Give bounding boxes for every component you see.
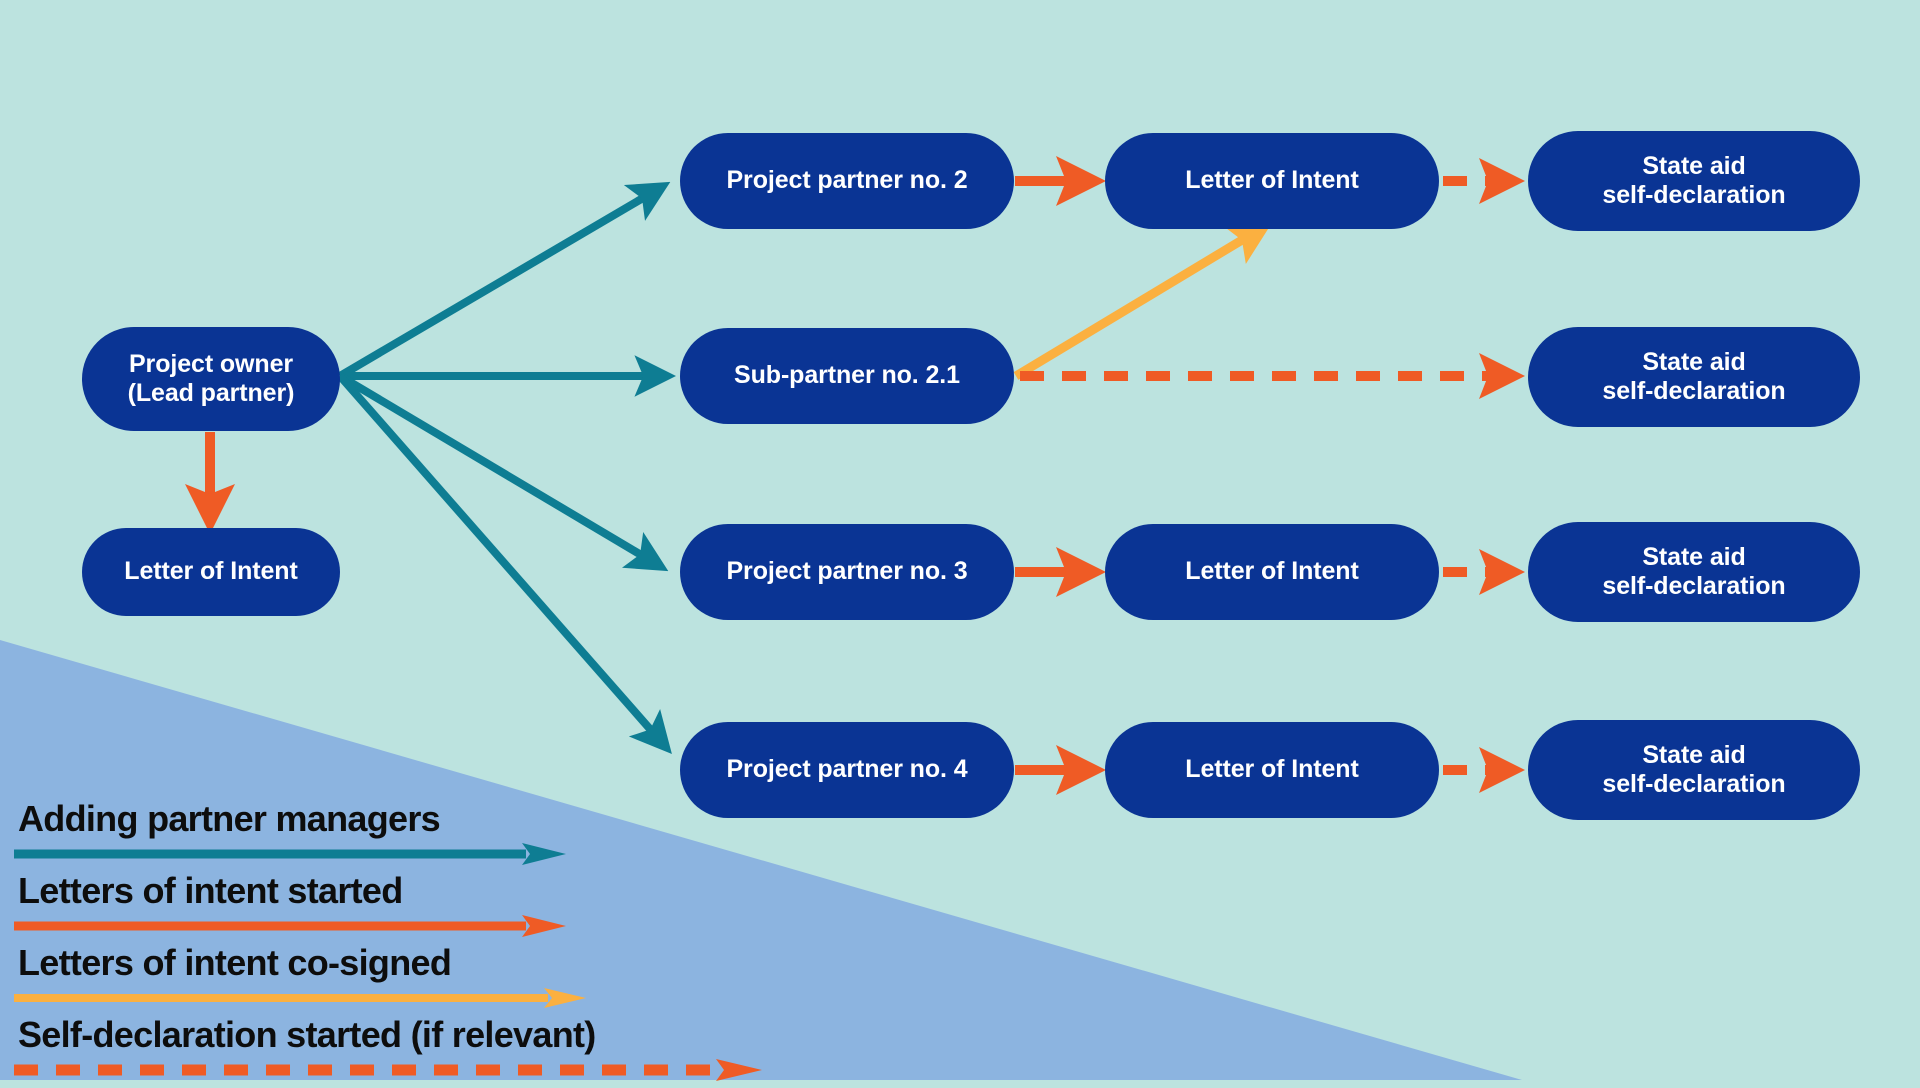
node-project-partner-2[interactable]: Project partner no. 2 <box>680 133 1014 229</box>
legend-item-letters-of-intent-co-signed: Letters of intent co-signed <box>0 944 820 1016</box>
node-owner-letter-of-intent-label: Letter of Intent <box>124 557 298 586</box>
node-state-aid-row1-line2: self-declaration <box>1602 181 1786 209</box>
edge-owner-to-partner4 <box>336 373 672 755</box>
node-state-aid-row3-line2: self-declaration <box>1602 572 1786 600</box>
node-project-partner-2-label: Project partner no. 2 <box>726 166 968 195</box>
node-letter-of-intent-row3-label: Letter of Intent <box>1185 557 1359 586</box>
legend-label-letters-of-intent-co-signed: Letters of intent co-signed <box>18 942 452 983</box>
node-state-aid-row2-line1: State aid <box>1642 347 1746 376</box>
edge-subpartner21-cosign-loi <box>1013 221 1273 380</box>
legend-item-adding-partner-managers: Adding partner managers <box>0 800 820 872</box>
node-project-partner-3[interactable]: Project partner no. 3 <box>680 524 1014 620</box>
legend-arrow-yellow-icon <box>14 988 586 1008</box>
legend-arrow-teal-icon <box>14 843 566 865</box>
legend-label-letters-of-intent-started: Letters of intent started <box>18 870 403 911</box>
node-state-aid-row1-line1: State aid <box>1642 151 1746 180</box>
diagram-canvas: Project owner (Lead partner) Letter of I… <box>0 0 1920 1081</box>
node-state-aid-row3[interactable]: State aid self-declaration <box>1528 522 1860 622</box>
node-project-partner-4-label: Project partner no. 4 <box>726 755 968 784</box>
node-letter-of-intent-row1[interactable]: Letter of Intent <box>1105 133 1439 229</box>
node-state-aid-row2[interactable]: State aid self-declaration <box>1528 327 1860 427</box>
node-owner-letter-of-intent[interactable]: Letter of Intent <box>82 528 340 616</box>
node-state-aid-row3-line1: State aid <box>1642 542 1746 571</box>
node-project-partner-3-label: Project partner no. 3 <box>726 557 968 586</box>
legend-item-self-declaration-started: Self-declaration started (if relevant) <box>0 1016 820 1088</box>
node-letter-of-intent-row4-label: Letter of Intent <box>1185 755 1359 784</box>
node-sub-partner-2-1[interactable]: Sub-partner no. 2.1 <box>680 328 1014 424</box>
edge-owner-to-partner3 <box>337 372 669 572</box>
node-state-aid-row1[interactable]: State aid self-declaration <box>1528 131 1860 231</box>
node-state-aid-row4-line2: self-declaration <box>1602 770 1786 798</box>
node-state-aid-row4-line1: State aid <box>1642 740 1746 769</box>
legend-item-letters-of-intent-started: Letters of intent started <box>0 872 820 944</box>
legend-label-self-declaration-started: Self-declaration started (if relevant) <box>18 1014 596 1055</box>
node-letter-of-intent-row1-label: Letter of Intent <box>1185 166 1359 195</box>
node-state-aid-row2-line2: self-declaration <box>1602 377 1786 405</box>
node-letter-of-intent-row3[interactable]: Letter of Intent <box>1105 524 1439 620</box>
node-project-owner-line1: Project owner <box>128 349 294 378</box>
legend-arrow-orange-solid-icon <box>14 915 566 937</box>
legend: Adding partner managers Letters of inten… <box>0 800 820 1088</box>
node-project-owner-line2: (Lead partner) <box>127 379 295 407</box>
node-state-aid-row4[interactable]: State aid self-declaration <box>1528 720 1860 820</box>
node-sub-partner-2-1-label: Sub-partner no. 2.1 <box>734 361 960 390</box>
node-letter-of-intent-row4[interactable]: Letter of Intent <box>1105 722 1439 818</box>
edge-owner-to-partner2 <box>337 181 671 380</box>
node-project-owner[interactable]: Project owner (Lead partner) <box>82 327 340 431</box>
legend-arrow-orange-dashed-icon <box>14 1059 762 1081</box>
legend-label-adding-partner-managers: Adding partner managers <box>18 798 441 839</box>
